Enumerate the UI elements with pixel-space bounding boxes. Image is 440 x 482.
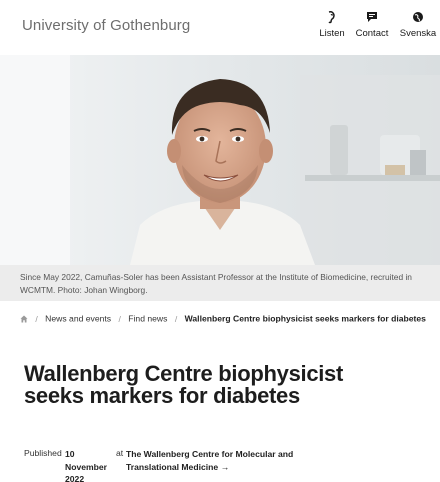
breadcrumb: / News and events / Find news / Wallenbe… (20, 313, 426, 324)
at-label: at (116, 448, 124, 458)
globe-icon (413, 12, 423, 22)
portrait-photo (0, 55, 440, 265)
contact-label: Contact (355, 28, 389, 39)
home-icon[interactable] (20, 315, 28, 323)
contact-button[interactable]: Contact (354, 10, 390, 39)
breadcrumb-separator: / (35, 313, 38, 324)
language-button[interactable]: Svenska (398, 10, 438, 39)
organisation-name: The Wallenberg Centre for Molecular and … (126, 449, 294, 472)
breadcrumb-separator: / (174, 313, 178, 324)
arrow-right-icon: → (220, 461, 230, 472)
breadcrumb-find-news[interactable]: Find news (128, 314, 167, 324)
listen-label: Listen (319, 28, 345, 39)
published-label: Published (24, 448, 62, 458)
site-header: University of Gothenburg Listen Contact … (0, 0, 440, 55)
listen-button[interactable]: Listen (318, 10, 346, 39)
listen-icon (328, 11, 335, 24)
published-date: 10 November 2022 (65, 449, 108, 482)
breadcrumb-current: Wallenberg Centre biophysicist seeks mar… (184, 313, 426, 324)
organisation-link[interactable]: The Wallenberg Centre for Molecular and … (126, 448, 326, 473)
breadcrumb-news-and-events[interactable]: News and events (45, 314, 111, 324)
chat-icon (367, 12, 377, 22)
university-logo[interactable]: University of Gothenburg (22, 17, 190, 34)
hero-image (0, 55, 440, 265)
photo-caption: Since May 2022, Camuñas-Soler has been A… (0, 265, 440, 301)
article-title: Wallenberg Centre biophysicist seeks mar… (24, 361, 344, 408)
breadcrumb-separator: / (118, 313, 121, 324)
language-label: Svenska (399, 28, 437, 39)
